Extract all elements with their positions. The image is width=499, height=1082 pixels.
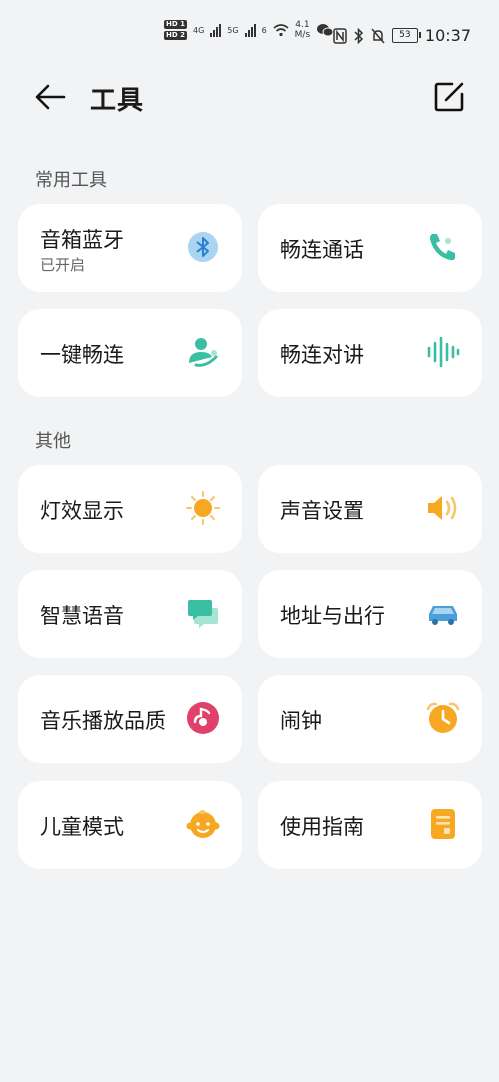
battery-level: 53 [399,30,411,40]
tool-card-label: 畅连通话 [280,238,364,262]
tool-card-music-quality[interactable]: 音乐播放品质 [18,675,242,763]
page-title: 工具 [90,86,145,116]
tool-card-label: 音乐播放品质 [40,709,166,733]
status-bar: HD 1 HD 2 4G 5G 6 4.1 M/s 53 10:37 [0,0,499,70]
hd2-label: HD 2 [164,31,187,40]
net1-label: 4G [192,25,205,35]
chat-bubble-icon [188,600,218,628]
status-right: 53 10:37 [333,26,471,45]
tool-card-light-effect[interactable]: 灯效显示 [18,465,242,553]
tool-card-alarm[interactable]: 闹钟 [258,675,482,763]
tool-card-status: 已开启 [40,256,86,274]
tool-card-label: 音箱蓝牙 [40,228,124,252]
battery-icon: 53 [391,28,421,43]
tool-card-label: 儿童模式 [40,815,124,839]
bluetooth-status-icon [354,27,363,44]
tool-card-label: 一键畅连 [40,343,124,367]
hd1-label: HD 1 [164,20,187,29]
status-left: HD 1 HD 2 4G 5G 6 4.1 M/s [164,20,334,40]
tool-card-label: 智慧语音 [40,604,124,628]
wifi-icon [273,24,289,37]
tool-card-label: 闹钟 [280,709,322,733]
sun-icon [186,491,220,525]
tool-card-one-key-connect[interactable]: 一键畅连 [18,309,242,397]
speed-unit: M/s [294,30,311,40]
signal-icon-2 [244,23,256,37]
music-disc-icon [187,702,219,734]
tool-card-child-mode[interactable]: 儿童模式 [18,781,242,869]
phone-call-icon [430,234,455,261]
section-label-common: 常用工具 [35,170,107,191]
tool-card-label: 地址与出行 [280,604,385,628]
tool-card-smart-voice[interactable]: 智慧语音 [18,570,242,658]
tool-card-label: 灯效显示 [40,499,124,523]
tool-card-label: 声音设置 [280,499,364,523]
edit-icon[interactable] [432,80,466,114]
voice-wave-icon [427,336,460,368]
car-icon [429,606,457,625]
tool-card-connect-call[interactable]: 畅连通话 [258,204,482,292]
net3-label: 6 [261,25,267,35]
mute-bell-icon [371,28,385,43]
tool-card-sound-settings[interactable]: 声音设置 [258,465,482,553]
tool-card-label: 使用指南 [280,815,364,839]
net2-label: 5G [227,25,239,35]
bluetooth-icon [188,232,218,262]
tool-card-speaker-bluetooth[interactable]: 音箱蓝牙 已开启 [18,204,242,292]
signal-icon [210,23,222,37]
tool-card-address-travel[interactable]: 地址与出行 [258,570,482,658]
tool-card-intercom[interactable]: 畅连对讲 [258,309,482,397]
alarm-clock-icon [426,702,460,733]
header: 工具 [0,70,499,130]
nfc-icon [333,27,347,44]
back-arrow-icon[interactable] [34,82,68,112]
tool-card-user-guide[interactable]: 使用指南 [258,781,482,869]
section-label-other: 其他 [35,431,71,452]
wechat-icon [317,24,334,37]
child-face-icon [186,810,220,838]
guide-book-icon [431,809,455,839]
tool-card-label: 畅连对讲 [280,343,364,367]
person-connect-icon [189,338,218,367]
hd-indicator: HD 1 HD 2 [164,20,187,40]
speed-value: 4.1 [295,20,310,30]
net-speed: 4.1 M/s [295,20,311,40]
status-time: 10:37 [424,26,471,45]
speaker-icon [428,496,457,520]
